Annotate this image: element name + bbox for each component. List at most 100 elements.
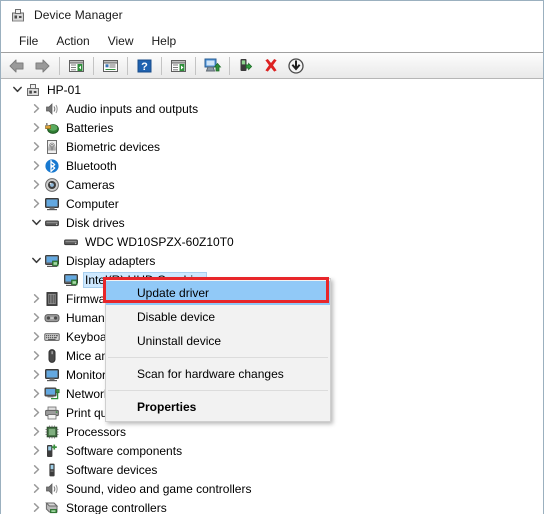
- tree-item-label: Software devices: [66, 462, 158, 477]
- toolbar-separator: [127, 56, 128, 75]
- toolbar-separator: [59, 56, 60, 75]
- display-adapter-icon: [63, 272, 79, 288]
- chevron-right-icon[interactable]: [28, 310, 44, 326]
- chevron-right-icon[interactable]: [28, 177, 44, 193]
- toolbar-separator: [195, 56, 196, 75]
- update-driver-software-icon[interactable]: [200, 55, 224, 77]
- tree-item-label: Disk drives: [66, 215, 125, 230]
- camera-icon: [44, 177, 60, 193]
- forward-arrow-icon[interactable]: [30, 55, 54, 77]
- monitor-icon: [44, 196, 60, 212]
- tree-item[interactable]: Disk drives: [1, 213, 543, 232]
- tree-item[interactable]: HP-01: [1, 80, 543, 99]
- tree-item-label: Software components: [66, 443, 183, 458]
- context-menu-separator: [108, 357, 328, 358]
- tree-item[interactable]: Cameras: [1, 175, 543, 194]
- tree-item[interactable]: Audio inputs and outputs: [1, 99, 543, 118]
- chevron-right-icon[interactable]: [28, 386, 44, 402]
- device-manager-icon: [10, 7, 26, 23]
- disk-drive-icon: [44, 215, 60, 231]
- enable-device-icon[interactable]: [234, 55, 258, 77]
- show-hide-console-tree-icon[interactable]: [64, 55, 88, 77]
- tree-item[interactable]: WDC WD10SPZX-60Z10T0: [1, 232, 543, 251]
- tree-item[interactable]: Bluetooth: [1, 156, 543, 175]
- menu-view[interactable]: View: [99, 32, 143, 50]
- chevron-right-icon[interactable]: [28, 481, 44, 497]
- chevron-right-icon[interactable]: [28, 424, 44, 440]
- fingerprint-icon: [44, 139, 60, 155]
- chevron-right-icon[interactable]: [28, 443, 44, 459]
- processor-icon: [44, 424, 60, 440]
- context-menu-scan-for-hardware-changes[interactable]: Scan for hardware changes: [106, 362, 330, 386]
- tree-item[interactable]: Batteries: [1, 118, 543, 137]
- chevron-right-icon[interactable]: [28, 120, 44, 136]
- tree-item-label: Display adapters: [66, 253, 156, 268]
- context-menu-update-driver[interactable]: Update driver: [106, 281, 330, 305]
- toolbar-separator: [161, 56, 162, 75]
- device-manager-window: Device Manager File Action View Help ? H…: [0, 0, 544, 514]
- tree-item-label: Bluetooth: [66, 158, 117, 173]
- chevron-right-icon[interactable]: [28, 158, 44, 174]
- menu-action[interactable]: Action: [47, 32, 98, 50]
- tree-item[interactable]: Display adapters: [1, 251, 543, 270]
- tree-item-label: Processors: [66, 424, 127, 439]
- computer-root-icon: [25, 82, 41, 98]
- software-device-icon: [44, 462, 60, 478]
- scan-for-hardware-changes-icon[interactable]: [166, 55, 190, 77]
- context-menu-properties[interactable]: Properties: [106, 395, 330, 419]
- chevron-right-icon[interactable]: [28, 348, 44, 364]
- battery-icon: [44, 120, 60, 136]
- tree-item[interactable]: Computer: [1, 194, 543, 213]
- toolbar-separator: [93, 56, 94, 75]
- chevron-right-icon[interactable]: [28, 462, 44, 478]
- disable-device-icon[interactable]: [284, 55, 308, 77]
- context-menu-disable-device[interactable]: Disable device: [106, 305, 330, 329]
- tree-item-label: Batteries: [66, 120, 114, 135]
- tree-item-label: Cameras: [66, 177, 115, 192]
- svg-text:?: ?: [141, 61, 148, 73]
- menu-bar: File Action View Help: [1, 29, 543, 53]
- back-arrow-icon[interactable]: [5, 55, 29, 77]
- tree-item[interactable]: Sound, video and game controllers: [1, 479, 543, 498]
- chevron-right-icon[interactable]: [28, 291, 44, 307]
- chevron-right-icon[interactable]: [28, 500, 44, 514]
- monitor-icon: [44, 367, 60, 383]
- tree-item-label: Sound, video and game controllers: [66, 481, 252, 496]
- network-adapter-icon: [44, 386, 60, 402]
- uninstall-device-icon[interactable]: [259, 55, 283, 77]
- tree-item[interactable]: Software components: [1, 441, 543, 460]
- tree-item-label: Storage controllers: [66, 500, 167, 514]
- storage-controller-icon: [44, 500, 60, 514]
- context-menu-uninstall-device[interactable]: Uninstall device: [106, 329, 330, 353]
- chevron-down-icon[interactable]: [9, 82, 25, 98]
- keyboard-icon: [44, 329, 60, 345]
- chevron-right-icon[interactable]: [28, 196, 44, 212]
- disk-drive-icon: [63, 234, 79, 250]
- bluetooth-icon: [44, 158, 60, 174]
- tree-item[interactable]: Software devices: [1, 460, 543, 479]
- chevron-right-icon[interactable]: [28, 139, 44, 155]
- chevron-right-icon[interactable]: [28, 405, 44, 421]
- tree-item-label: Computer: [66, 196, 119, 211]
- help-icon[interactable]: ?: [132, 55, 156, 77]
- tree-item[interactable]: Biometric devices: [1, 137, 543, 156]
- chevron-down-icon[interactable]: [28, 215, 44, 231]
- toolbar: ?: [1, 53, 543, 79]
- tree-item[interactable]: Storage controllers: [1, 498, 543, 514]
- chevron-right-icon[interactable]: [28, 101, 44, 117]
- chevron-down-icon[interactable]: [28, 253, 44, 269]
- menu-help[interactable]: Help: [143, 32, 186, 50]
- context-menu[interactable]: Update driver Disable device Uninstall dev…: [105, 278, 331, 422]
- menu-file[interactable]: File: [10, 32, 47, 50]
- tree-item[interactable]: Processors: [1, 422, 543, 441]
- display-adapter-icon: [44, 253, 60, 269]
- speaker-icon: [44, 101, 60, 117]
- context-menu-separator: [108, 390, 328, 391]
- speaker-icon: [44, 481, 60, 497]
- tree-item-label: WDC WD10SPZX-60Z10T0: [85, 234, 234, 249]
- chevron-right-icon[interactable]: [28, 367, 44, 383]
- properties-icon[interactable]: [98, 55, 122, 77]
- chevron-right-icon[interactable]: [28, 329, 44, 345]
